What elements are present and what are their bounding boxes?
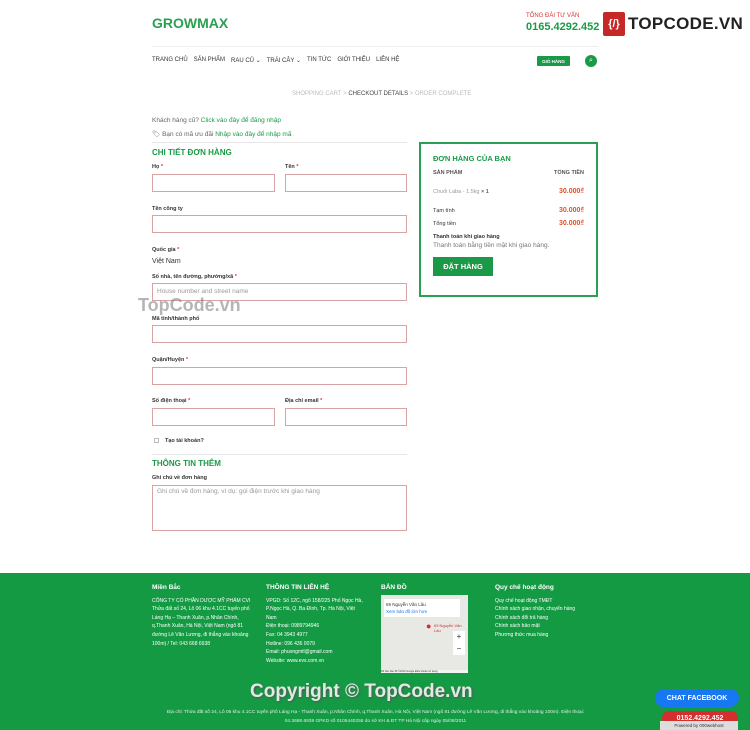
map-link[interactable]: Xem bản đồ lớn hơn — [386, 608, 458, 615]
map-embed[interactable]: 69 Nguyễn Văn Lâu Xem bản đồ lớn hơn ● 69… — [381, 595, 468, 673]
country-value: Việt Nam — [152, 258, 181, 265]
hotline-number: 0165.4292.452 — [526, 21, 600, 33]
email-label: Địa chỉ email * — [285, 398, 323, 404]
hotline-label: TỔNG ĐÀI TƯ VẤN — [526, 13, 580, 19]
breadcrumb: SHOPPING CART > CHECKOUT DETAILS > ORDER… — [292, 91, 472, 97]
coupon-notice: 🏷 Bạn có mã ưu đãi Nhập vào đây để nhập … — [152, 131, 292, 138]
col-product: SẢN PHẨM — [433, 170, 463, 176]
policy-link[interactable]: Chính sách bảo mật — [495, 622, 600, 631]
policy-link[interactable]: Quy chế hoạt động TMĐT — [495, 597, 600, 606]
phone-label: Số điện thoại * — [152, 398, 191, 404]
nav-home[interactable]: TRANG CHỦ — [152, 57, 188, 64]
divider — [152, 142, 407, 143]
chat-facebook-button[interactable]: CHAT FACEBOOK — [655, 689, 739, 707]
notes-textarea[interactable]: Ghi chú về đơn hàng, ví dụ: gọi điện trư… — [152, 485, 407, 531]
total-label: Tổng tiền — [433, 220, 456, 227]
company-input[interactable] — [152, 215, 407, 233]
topcode-logo: {/} TOPCODE.VN — [603, 12, 743, 36]
nav-vegetables[interactable]: RAU CỦ ⌄ — [231, 57, 261, 64]
step-cart[interactable]: SHOPPING CART — [292, 91, 341, 97]
phone-input[interactable] — [152, 408, 275, 426]
coupon-link[interactable]: Nhập vào đây để nhập mã — [215, 131, 291, 138]
subtotal-label: Tạm tính — [433, 207, 455, 214]
map-pin-icon: ● — [426, 621, 432, 631]
watermark: TopCode.vn — [138, 295, 241, 315]
main-nav: TRANG CHỦ SẢN PHẨM RAU CỦ ⌄ TRÁI CÂY ⌄ T… — [152, 57, 399, 64]
payment-desc: Thanh toán bằng tiền mặt khi giao hàng. — [433, 242, 550, 249]
create-account-label: Tạo tài khoản? — [165, 438, 204, 444]
login-notice: Khách hàng cũ? Click vào đây để đăng nhậ… — [152, 117, 282, 124]
step-checkout: CHECKOUT DETAILS — [348, 91, 409, 97]
district-label: Quận/Huyện * — [152, 357, 189, 363]
policy-link[interactable]: Chính sách giao nhận, chuyển hàng — [495, 605, 600, 614]
payment-title: Thanh toán khi giao hàng — [433, 234, 500, 240]
first-name-input[interactable] — [152, 174, 275, 192]
footer-col-policy: Quy chế hoạt động Quy chế hoạt động TMĐT… — [495, 584, 600, 640]
billing-title: CHI TIẾT ĐƠN HÀNG — [152, 148, 232, 157]
order-title: ĐƠN HÀNG CỦA BẠN — [433, 154, 511, 163]
footer-address: Địa chỉ: Thửa đất số 24, Lô 06 khu 4.1CC… — [166, 710, 585, 724]
nav-contact[interactable]: LIÊN HỆ — [376, 57, 399, 64]
last-name-input[interactable] — [285, 174, 407, 192]
copyright-watermark: Copyright © TopCode.vn — [250, 681, 473, 702]
powered-by[interactable]: Powered by 000webhost — [660, 721, 738, 730]
city-input[interactable] — [152, 325, 407, 343]
nav-news[interactable]: TIN TỨC — [307, 57, 331, 64]
policy-link[interactable]: Phương thức mua hàng — [495, 631, 600, 640]
tag-icon: 🏷 — [152, 131, 161, 138]
notes-label: Ghi chú về đơn hàng — [152, 475, 207, 481]
col-total: TỔNG TIỀN — [554, 170, 584, 176]
total: 30.000₫ — [558, 220, 584, 227]
divider — [152, 454, 407, 455]
first-name-label: Họ * — [152, 164, 164, 170]
order-summary: ĐƠN HÀNG CỦA BẠN SẢN PHẨM TỔNG TIỀN Chuối… — [419, 142, 598, 297]
footer-col-north: Miền Bắc CÔNG TY CỔ PHẦN DƯỢC MỸ PHẨM CVI… — [152, 584, 251, 647]
nav-fruits[interactable]: TRÁI CÂY ⌄ — [267, 57, 301, 64]
additional-title: THÔNG TIN THÊM — [152, 459, 221, 468]
last-name-label: Tên * — [285, 164, 299, 170]
city-label: Mã tỉnh/thành phố — [152, 316, 200, 322]
login-link[interactable]: Click vào đây để đăng nhập — [201, 117, 281, 124]
code-icon: {/} — [603, 12, 625, 36]
district-input[interactable] — [152, 367, 407, 385]
address-label: Số nhà, tên đường, phường/xã * — [152, 274, 237, 280]
divider — [152, 46, 598, 47]
order-item: Chuối Laba - 1.5kg × 1 — [433, 188, 489, 195]
place-order-button[interactable]: ĐẶT HÀNG — [433, 257, 493, 276]
logo[interactable]: GROWMAX — [152, 15, 228, 31]
zoom-controls[interactable]: + − — [453, 631, 465, 655]
policy-link[interactable]: Chính sách đổi trả hàng — [495, 614, 600, 623]
cart-button[interactable]: GIỎ HÀNG — [537, 56, 570, 66]
map-place: 69 Nguyễn Văn Lâu — [386, 602, 426, 607]
create-account-checkbox[interactable] — [154, 438, 159, 443]
email-input[interactable] — [285, 408, 407, 426]
nav-products[interactable]: SẢN PHẨM — [194, 57, 225, 64]
nav-about[interactable]: GIỚI THIỆU — [337, 57, 370, 64]
item-price: 30.000₫ — [558, 188, 584, 195]
subtotal: 30.000₫ — [558, 207, 584, 214]
step-complete: ORDER COMPLETE — [414, 91, 472, 97]
company-label: Tên công ty — [152, 206, 183, 212]
footer-col-contact: THÔNG TIN LIÊN HỆ VPGD: Số 12C, ngõ 158/… — [266, 584, 363, 664]
search-icon[interactable]: ⌕ — [585, 55, 597, 67]
footer: Miền Bắc CÔNG TY CỔ PHẦN DƯỢC MỸ PHẨM CVI… — [0, 573, 750, 730]
country-label: Quốc gia * — [152, 247, 180, 253]
